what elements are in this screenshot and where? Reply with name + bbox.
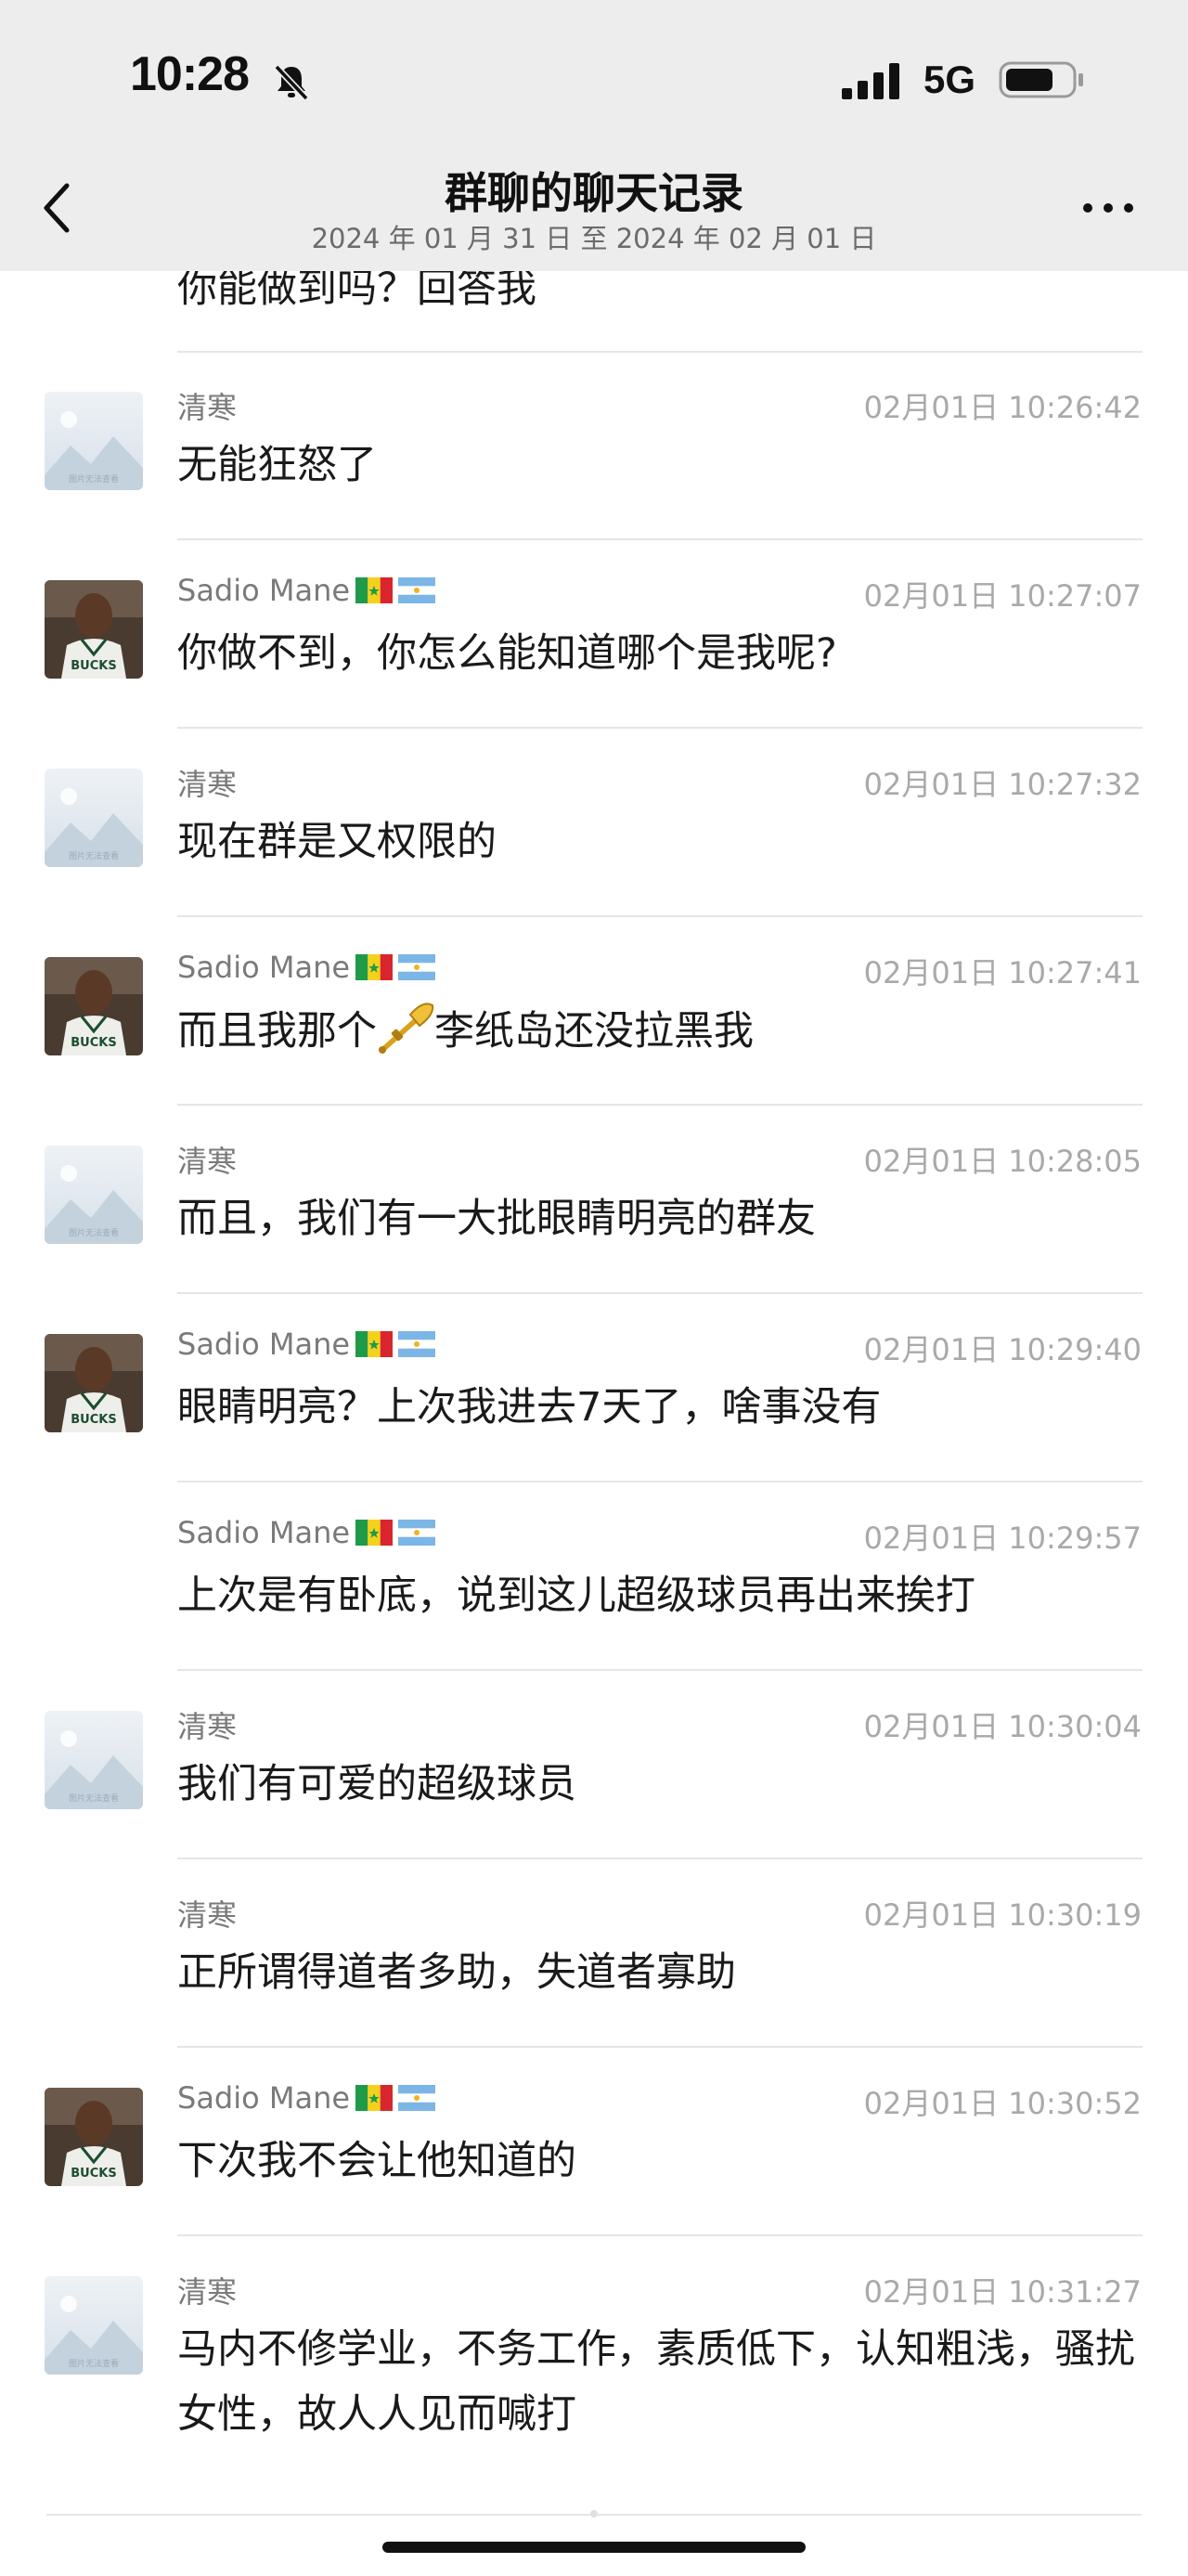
message-text: 下次我不会让他知道的 xyxy=(177,2138,576,2184)
chat-message[interactable]: BUCKS Sadio Mane 02月01日 10:29:40 眼睛明亮？上次… xyxy=(0,1314,1188,1481)
message-time: 02月01日 10:27:32 xyxy=(863,767,1142,802)
svg-text:BUCKS: BUCKS xyxy=(71,659,116,673)
divider xyxy=(177,1292,1143,1294)
navigation-bar: 10:28 5G 群聊的聊天记录 2024 年 01 月 31 日 至 2024… xyxy=(0,0,1188,271)
argentina-flag-icon xyxy=(398,1520,436,1546)
avatar-photo: BUCKS xyxy=(45,580,143,679)
avatar-placeholder: 图片无法查看 xyxy=(45,2276,143,2375)
divider xyxy=(177,1858,1143,1859)
divider xyxy=(177,915,1143,917)
message-time: 02月01日 10:30:04 xyxy=(863,1709,1142,1744)
message-text: 而且，我们有一大批眼睛明亮的群友 xyxy=(177,1196,816,1242)
sender-name: 清寒 xyxy=(177,2274,238,2310)
message-text: 现在群是又权限的 xyxy=(177,819,497,865)
message-time: 02月01日 10:29:57 xyxy=(863,1521,1142,1556)
argentina-flag-icon xyxy=(398,577,436,603)
home-indicator[interactable] xyxy=(382,2542,806,2553)
message-time: 02月01日 10:27:07 xyxy=(863,578,1142,614)
message-text: 上次是有卧底，说到这儿超级球员再出来挨打 xyxy=(177,1573,975,1619)
date-range: 2024 年 01 月 31 日 至 2024 年 02 月 01 日 xyxy=(311,223,877,254)
avatar-placeholder: 图片无法查看 xyxy=(45,769,143,867)
divider xyxy=(177,538,1143,540)
network-type: 5G xyxy=(923,58,976,101)
cellular-signal-icon xyxy=(842,63,899,99)
divider xyxy=(177,2046,1143,2048)
trumpet-emoji-icon xyxy=(379,1003,434,1054)
sender-name: Sadio Mane xyxy=(177,573,436,608)
divider xyxy=(177,1104,1143,1106)
message-text: 无能狂怒了 xyxy=(177,442,377,488)
page-title: 群聊的聊天记录 xyxy=(445,168,743,218)
chat-message[interactable]: BUCKS Sadio Mane 02月01日 10:27:41 而且我那个 李纸… xyxy=(0,937,1188,1104)
message-time: 02月01日 10:29:40 xyxy=(863,1332,1142,1367)
sender-name: Sadio Mane xyxy=(177,2080,436,2116)
chat-message[interactable]: 图片无法查看 清寒 02月01日 10:26:42 无能狂怒了 xyxy=(0,371,1188,538)
divider xyxy=(177,2234,1143,2236)
chat-message[interactable]: 图片无法查看 清寒 02月01日 10:28:05 而且，我们有一大批眼睛明亮的… xyxy=(0,1125,1188,1292)
argentina-flag-icon xyxy=(398,954,436,980)
message-time: 02月01日 10:26:42 xyxy=(863,390,1142,425)
message-time: 02月01日 10:28:05 xyxy=(863,1144,1142,1179)
message-time: 02月01日 10:31:27 xyxy=(863,2274,1142,2310)
sender-name: 清寒 xyxy=(177,1144,238,1179)
chat-message[interactable]: 清寒 02月01日 10:30:19 正所谓得道者多助，失道者寡助 xyxy=(0,1879,1188,2046)
svg-text:图片无法查看: 图片无法查看 xyxy=(69,1793,119,1804)
message-text: 而且我那个 李纸岛还没拉黑我 xyxy=(177,1002,1143,1060)
battery-icon xyxy=(999,61,1083,98)
argentina-flag-icon xyxy=(398,1331,436,1357)
avatar-photo: BUCKS xyxy=(45,1334,143,1432)
avatar-placeholder: 图片无法查看 xyxy=(45,392,143,490)
message-text: 我们有可爱的超级球员 xyxy=(177,1761,576,1807)
chat-message[interactable]: 图片无法查看 清寒 02月01日 10:31:27 马内不修学业，不务工作，素质… xyxy=(0,2256,1188,2488)
message-time: 02月01日 10:27:41 xyxy=(863,955,1142,990)
senegal-flag-icon xyxy=(355,2085,394,2111)
svg-text:图片无法查看: 图片无法查看 xyxy=(69,1227,119,1238)
divider xyxy=(177,351,1143,353)
message-time: 02月01日 10:30:52 xyxy=(863,2086,1142,2121)
avatar-placeholder: 图片无法查看 xyxy=(45,1711,143,1809)
divider xyxy=(177,1669,1143,1671)
bell-muted-icon xyxy=(274,64,309,101)
svg-text:BUCKS: BUCKS xyxy=(71,1036,116,1050)
chat-message[interactable]: 图片无法查看 清寒 02月01日 10:27:32 现在群是又权限的 xyxy=(0,748,1188,915)
message-text: 马内不修学业，不务工作，素质低下，认知粗浅，骚扰女性，故人人见而喊打 xyxy=(177,2326,1135,2438)
sender-name: Sadio Mane xyxy=(177,1327,436,1362)
avatar-photo: BUCKS xyxy=(45,2088,143,2186)
sender-name: 清寒 xyxy=(177,1709,238,1744)
senegal-flag-icon xyxy=(355,1520,394,1546)
more-options-icon[interactable] xyxy=(1080,197,1136,219)
message-time: 02月01日 10:30:19 xyxy=(863,1897,1142,1933)
divider xyxy=(177,1481,1143,1482)
svg-text:图片无法查看: 图片无法查看 xyxy=(69,473,119,485)
scroll-dot xyxy=(590,2510,598,2518)
senegal-flag-icon xyxy=(355,954,394,980)
avatar-photo: BUCKS xyxy=(45,957,143,1055)
argentina-flag-icon xyxy=(398,2085,436,2111)
avatar-placeholder: 图片无法查看 xyxy=(45,1146,143,1244)
message-text: 眼睛明亮？上次我进去7天了，啥事没有 xyxy=(177,1384,882,1430)
divider xyxy=(177,727,1143,729)
sender-name: Sadio Mane xyxy=(177,1515,436,1550)
sender-name: 清寒 xyxy=(177,1897,238,1933)
svg-text:图片无法查看: 图片无法查看 xyxy=(69,850,119,861)
svg-text:BUCKS: BUCKS xyxy=(71,1413,116,1427)
sender-name: Sadio Mane xyxy=(177,950,436,985)
svg-text:BUCKS: BUCKS xyxy=(71,2167,116,2181)
sender-name: 清寒 xyxy=(177,390,238,425)
chat-message[interactable]: BUCKS Sadio Mane 02月01日 10:27:07 你做不到，你怎… xyxy=(0,560,1188,727)
svg-text:图片无法查看: 图片无法查看 xyxy=(69,2358,119,2369)
message-text: 正所谓得道者多助，失道者寡助 xyxy=(177,1949,736,1996)
chat-message[interactable]: Sadio Mane 02月01日 10:29:57 上次是有卧底，说到这儿超级… xyxy=(0,1502,1188,1669)
status-time: 10:28 xyxy=(130,47,250,101)
sender-name: 清寒 xyxy=(177,767,238,802)
message-text: 你做不到，你怎么能知道哪个是我呢? xyxy=(177,630,837,677)
senegal-flag-icon xyxy=(355,1331,394,1357)
senegal-flag-icon xyxy=(355,577,394,603)
chat-message[interactable]: 图片无法查看 清寒 02月01日 10:30:04 我们有可爱的超级球员 xyxy=(0,1690,1188,1858)
chat-message[interactable]: BUCKS Sadio Mane 02月01日 10:30:52 下次我不会让他… xyxy=(0,2067,1188,2234)
